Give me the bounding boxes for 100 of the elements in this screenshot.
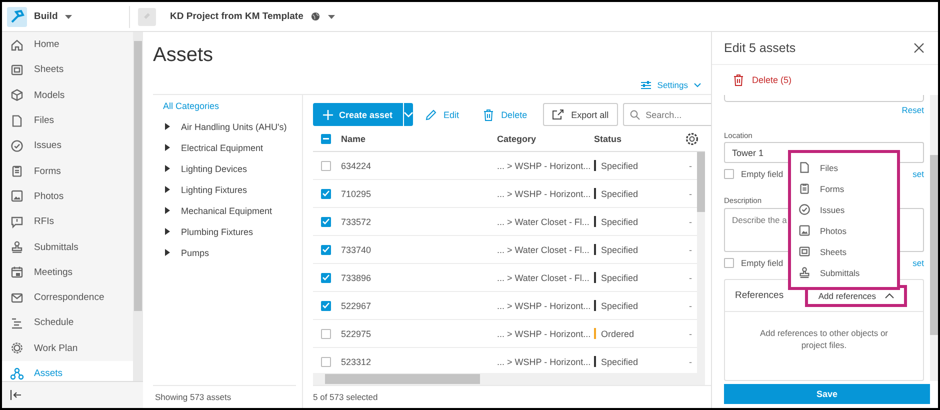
table-cell-text: - <box>689 300 693 310</box>
sidebar-item[interactable]: Home <box>2 32 133 58</box>
file-icon <box>798 161 811 174</box>
sidebar-item[interactable]: Submittals <box>2 234 133 260</box>
status-text: Specified <box>601 244 638 254</box>
category-item[interactable]: Lighting Fixtures <box>153 179 302 200</box>
sidebar-item[interactable]: Sheets <box>2 57 133 83</box>
envelope-icon <box>10 290 24 305</box>
chevron-down-icon <box>404 112 413 118</box>
image-icon <box>10 189 24 204</box>
nodes-icon <box>10 366 24 380</box>
scrollbar[interactable] <box>930 95 938 381</box>
column-header: Status <box>594 134 623 144</box>
project-switcher[interactable]: KD Project from KM Template <box>130 8 336 26</box>
checkbox[interactable] <box>724 168 734 179</box>
sidebar-item[interactable]: Meetings <box>2 260 133 285</box>
checkbox[interactable] <box>321 216 331 226</box>
scrollbar[interactable] <box>697 152 705 373</box>
search-field[interactable]: Search... <box>622 103 711 126</box>
menu-item[interactable]: Photos <box>791 220 897 241</box>
category-item[interactable]: Plumbing Fixtures <box>153 221 302 242</box>
category-item[interactable]: Lighting Devices <box>153 158 302 179</box>
pencil-icon <box>424 108 437 120</box>
checkbox[interactable] <box>321 244 331 254</box>
select-all-checkbox[interactable] <box>321 134 331 144</box>
table-cell-text: - <box>689 244 693 254</box>
settings-icon[interactable] <box>685 132 699 146</box>
panel-title: Edit 5 assets <box>724 41 796 55</box>
table-cell-text: ... > WSHP - Horizont... <box>497 188 592 198</box>
checkbox[interactable] <box>321 160 331 170</box>
checkbox[interactable] <box>321 300 331 310</box>
table-cell-text: 522967 <box>341 300 372 310</box>
plus-icon <box>323 110 333 120</box>
checkbox[interactable] <box>321 272 331 282</box>
hammer-icon <box>7 6 27 26</box>
calendar-icon <box>10 265 24 280</box>
close-icon[interactable] <box>914 43 924 53</box>
sheet-icon <box>10 62 24 77</box>
expand-arrow-icon <box>165 165 170 172</box>
category-item[interactable]: Electrical Equipment <box>153 137 302 158</box>
expand-arrow-icon <box>165 144 170 151</box>
expand-arrow-icon <box>165 186 170 193</box>
sidebar-item[interactable]: Files <box>2 108 133 134</box>
sidebar-item[interactable]: Forms <box>2 158 133 184</box>
input-field[interactable] <box>724 95 924 102</box>
expand-arrow-icon <box>165 249 170 256</box>
table-cell-text: ... > Water Closet - Fl... <box>497 216 590 226</box>
status-text: Specified <box>601 300 638 310</box>
globe-icon <box>311 12 320 21</box>
checkbox[interactable] <box>724 258 734 268</box>
sidebar-item[interactable]: Photos <box>2 184 133 210</box>
checkbox[interactable] <box>321 328 331 338</box>
app-switcher[interactable]: Build <box>2 6 130 28</box>
sidebar-item[interactable]: Models <box>2 82 133 108</box>
menu-item[interactable]: Sheets <box>791 241 897 262</box>
column-header: Category <box>497 134 538 144</box>
category-item[interactable]: Air Handling Units (AHU's) <box>153 116 302 137</box>
expand-arrow-icon <box>165 123 170 130</box>
table-cell-text: - <box>689 188 693 198</box>
project-icon <box>138 8 156 26</box>
menu-item[interactable]: Issues <box>791 199 897 220</box>
table-cell-text: 523312 <box>341 356 372 366</box>
collapse-icon[interactable] <box>10 390 22 400</box>
expand-arrow-icon <box>165 228 170 235</box>
status-text: Ordered <box>601 328 634 338</box>
table-cell-text: - <box>689 216 693 226</box>
checkbox[interactable] <box>321 188 331 198</box>
table-cell-text: ... > Water Closet - Fl... <box>497 272 590 282</box>
search-icon <box>630 110 640 120</box>
table-cell-text: 634224 <box>341 160 372 170</box>
category-item[interactable]: Mechanical Equipment <box>153 200 302 221</box>
export-icon <box>552 109 564 120</box>
status-text: Specified <box>601 272 638 282</box>
page-title: Assets <box>153 44 214 66</box>
badge-icon <box>10 341 24 356</box>
speech-bubble-icon <box>10 214 24 229</box>
checkbox[interactable] <box>321 356 331 366</box>
table-cell-text: 733572 <box>341 216 372 226</box>
checkbox-label: Empty field <box>741 168 784 179</box>
menu-item[interactable]: Forms <box>791 178 897 199</box>
stamp-icon <box>10 240 24 254</box>
clipboard-icon <box>10 164 24 178</box>
sidebar-item[interactable]: Issues <box>2 133 133 158</box>
sidebar-item[interactable]: RFIs <box>2 209 133 234</box>
sidebar-item[interactable]: Work Plan <box>2 336 133 361</box>
category-item[interactable]: Pumps <box>153 242 302 263</box>
create-menu-button[interactable] <box>402 103 413 126</box>
export-button[interactable]: Export all <box>543 103 618 126</box>
scrollbar[interactable] <box>313 373 705 385</box>
table-cell-text: 733740 <box>341 244 372 254</box>
sidebar-item[interactable]: Correspondence <box>2 284 133 310</box>
scrollbar[interactable] <box>133 32 143 381</box>
status-text: Specified <box>601 160 638 170</box>
chevron-down-icon <box>694 82 701 88</box>
selection-count: 5 of 573 selected <box>313 392 378 402</box>
check-circle-icon <box>10 138 24 153</box>
sidebar-item[interactable]: Schedule <box>2 310 133 336</box>
delete-button[interactable]: Delete (5) <box>712 65 938 95</box>
status-text: Specified <box>601 188 638 198</box>
menu-item[interactable]: Submittals <box>791 262 897 283</box>
